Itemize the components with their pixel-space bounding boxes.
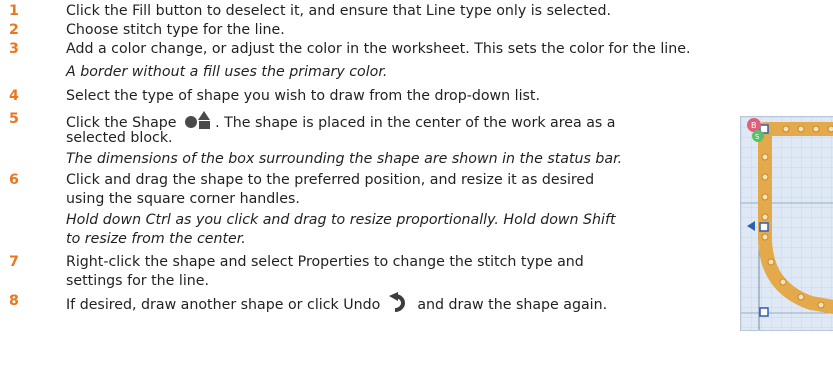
- shape-on-canvas-icon: B S: [741, 117, 833, 330]
- step-number: 1: [9, 3, 19, 19]
- step-number: 4: [9, 88, 19, 104]
- begin-marker: B: [751, 121, 757, 130]
- step-note: The dimensions of the box surrounding th…: [66, 151, 623, 167]
- step-note: A border without a fill uses the primary…: [66, 64, 388, 80]
- step-note: to resize from the center.: [66, 231, 246, 247]
- step-number: 6: [9, 172, 19, 188]
- step-text: Add a color change, or adjust the color …: [66, 41, 691, 57]
- step-text-part: and draw the shape again.: [412, 297, 608, 313]
- step-number: 8: [9, 293, 19, 309]
- step-text: Select the type of shape you wish to dra…: [66, 88, 540, 104]
- step-text: Right-click the shape and select Propert…: [66, 254, 584, 270]
- step-text: Choose stitch type for the line.: [66, 22, 285, 38]
- step-number: 3: [9, 41, 19, 57]
- step-number: 5: [9, 111, 19, 127]
- step-text: Click the Fill button to deselect it, an…: [66, 3, 611, 19]
- step-note: Hold down Ctrl as you click and drag to …: [66, 212, 616, 228]
- step-text: settings for the line.: [66, 273, 210, 289]
- step-text: using the square corner handles.: [66, 191, 300, 207]
- instruction-list: 1 Click the Fill button to deselect it, …: [0, 0, 833, 387]
- start-marker: S: [755, 133, 760, 141]
- step-text-part: . The shape is placed in the center of t…: [215, 115, 616, 131]
- shape-icon: [183, 110, 213, 136]
- step-text-part: If desired, draw another shape or click …: [66, 297, 381, 313]
- step-text: selected block.: [66, 130, 173, 146]
- step-number: 7: [9, 254, 19, 270]
- undo-icon: [387, 292, 411, 318]
- shape-screenshot: B S: [740, 116, 833, 331]
- step-number: 2: [9, 22, 19, 38]
- step-text: Click and drag the shape to the preferre…: [66, 172, 595, 188]
- step-text: If desired, draw another shape or click …: [66, 292, 607, 318]
